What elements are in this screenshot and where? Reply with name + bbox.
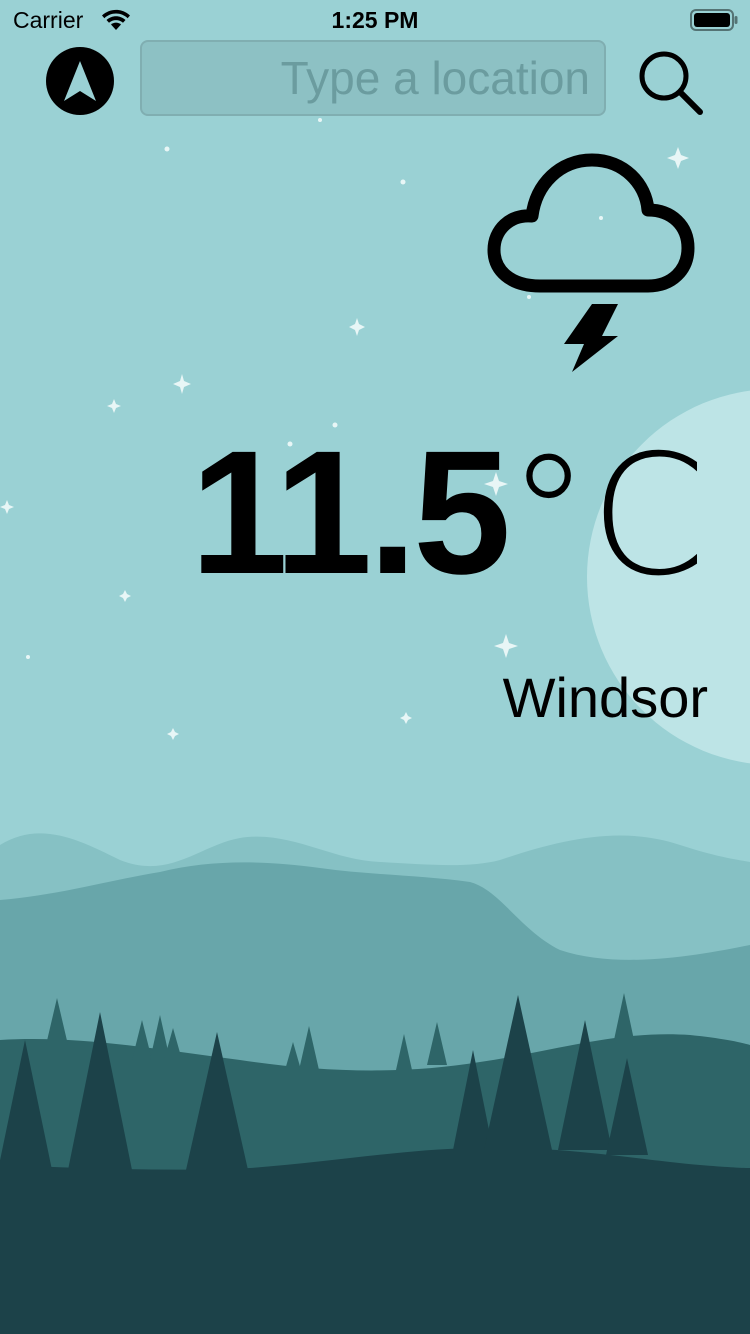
battery-icon	[690, 9, 738, 31]
temperature-value: 11.5	[190, 415, 511, 611]
weather-screen: Carrier 1:25 PM 11.5°C	[0, 0, 750, 1334]
foreground-ground	[0, 1147, 750, 1334]
magnifier-icon	[639, 51, 703, 115]
status-bar: Carrier 1:25 PM	[0, 0, 750, 40]
status-time: 1:25 PM	[331, 7, 419, 33]
temperature-unit: °C	[507, 420, 706, 613]
temperature-display: 11.5°C	[190, 425, 706, 601]
city-name: Windsor	[502, 666, 708, 729]
current-location-button[interactable]	[46, 47, 114, 115]
navigation-arrow-icon	[64, 61, 96, 101]
location-search-input[interactable]	[140, 40, 606, 116]
search-button[interactable]	[632, 42, 708, 118]
cloud-lightning-icon	[487, 153, 695, 372]
